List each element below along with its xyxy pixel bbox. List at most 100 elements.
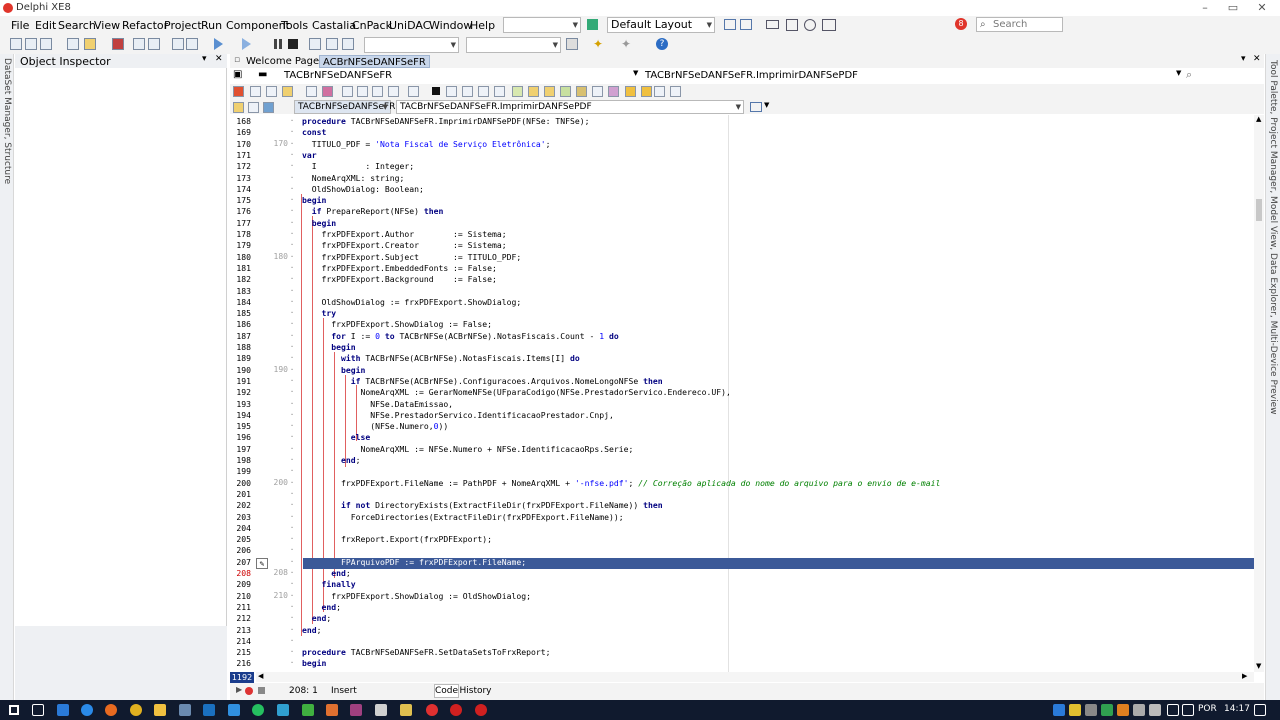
view-icon[interactable] xyxy=(592,86,603,97)
new-items-icon[interactable] xyxy=(67,38,79,50)
code-line[interactable]: end; xyxy=(302,613,332,624)
module-icon[interactable] xyxy=(608,86,619,97)
scroll-down-arrow[interactable]: ▼ xyxy=(1256,662,1261,670)
stop-square-icon[interactable] xyxy=(432,87,440,95)
code-line[interactable]: FPArquivoPDF := frxPDFExport.FileName; xyxy=(302,557,526,568)
tray-icon-6[interactable] xyxy=(1133,704,1145,716)
mail-icon[interactable] xyxy=(766,20,779,29)
tray-skype-icon[interactable] xyxy=(1053,704,1065,716)
nav-unit-label[interactable]: TACBrNFSeDANFSeFR xyxy=(284,70,392,81)
code-line[interactable]: if PrepareReport(NFSe) then xyxy=(302,206,444,217)
tab-code[interactable]: Code xyxy=(434,684,459,698)
nav-search-icon[interactable]: ⌕ xyxy=(1186,68,1192,82)
menu-tools[interactable]: Tools xyxy=(281,19,308,32)
code-line[interactable]: end; xyxy=(302,455,361,466)
tray-icon-4[interactable] xyxy=(1101,704,1113,716)
tab-list-icon[interactable]: ▾ xyxy=(1241,54,1246,64)
code-line[interactable]: begin xyxy=(302,218,336,229)
run-without-debug-icon[interactable] xyxy=(242,38,251,50)
class-combo[interactable]: TACBrNFSeDANFSeFR ▼ xyxy=(294,100,395,114)
forward-arrow-icon[interactable]: ✦ xyxy=(621,38,633,50)
code-line[interactable]: NFSe.DataEmissao, xyxy=(302,399,453,410)
template-icon[interactable] xyxy=(266,86,277,97)
code-line[interactable]: if not DirectoryExists(ExtractFileDir(fr… xyxy=(302,500,663,511)
pause-icon[interactable] xyxy=(274,39,277,49)
scroll-left-arrow[interactable]: ◀ xyxy=(258,672,263,680)
file-explorer-icon[interactable] xyxy=(154,704,166,716)
open-project-icon[interactable] xyxy=(84,38,96,50)
code-line[interactable]: NomeArqXML := NFSe.Numero + NFSe.Identif… xyxy=(302,444,633,455)
vertical-scrollbar[interactable]: ▲ ▼ xyxy=(1254,115,1264,672)
help-circle-icon[interactable] xyxy=(804,19,816,31)
menu-refactor[interactable]: Refactor xyxy=(122,19,168,32)
class-icon[interactable]: ▬ xyxy=(258,69,267,80)
code-editor[interactable]: 168 · 169 · 170 170 · 171 · 172 · 173 · 174 · 175 · 176 · 1… xyxy=(230,115,1254,672)
code-line[interactable]: const xyxy=(302,127,326,138)
snippet-icon[interactable] xyxy=(576,86,587,97)
step-over-icon[interactable] xyxy=(309,38,321,50)
project-icon[interactable] xyxy=(322,86,333,97)
format-icon[interactable] xyxy=(494,86,505,97)
nav-method-dropdown[interactable]: ▼ xyxy=(1176,69,1181,77)
menu-run[interactable]: Run xyxy=(201,19,222,32)
nav-method-label[interactable]: TACBrNFSeDANFSeFR.ImprimirDANFSePDF xyxy=(645,70,858,81)
tray-icon-5[interactable] xyxy=(1117,704,1129,716)
code-line[interactable]: begin xyxy=(302,342,355,353)
windows-start-icon[interactable] xyxy=(9,705,19,715)
calendar-icon[interactable] xyxy=(786,19,798,31)
edit-icon[interactable] xyxy=(528,86,539,97)
code-line[interactable]: with TACBrNFSe(ACBrNFSe).NotasFiscais.It… xyxy=(302,353,580,364)
new-icon[interactable] xyxy=(10,38,22,50)
menu-search[interactable]: Search xyxy=(58,19,96,32)
editor-gutter[interactable]: 168 · 169 · 170 170 · 171 · 172 · 173 · 174 · 175 · 176 · 1… xyxy=(230,115,300,672)
code-line[interactable]: TITULO_PDF = 'Nota Fiscal de Serviço Ele… xyxy=(302,139,551,150)
code-line[interactable]: OldShowDialog := frxPDFExport.ShowDialog… xyxy=(302,297,521,308)
code-line[interactable]: frxPDFExport.Creator := Sistema; xyxy=(302,240,506,251)
proc-use-unit-icon[interactable] xyxy=(263,102,274,113)
code-line[interactable]: NomeArqXML := GerarNomeNFSe(UFparaCodigo… xyxy=(302,387,730,398)
language-indicator[interactable]: POR xyxy=(1198,704,1217,714)
bookmark-icon[interactable] xyxy=(250,86,261,97)
app5-icon[interactable] xyxy=(375,704,387,716)
trace-into-icon[interactable] xyxy=(326,38,338,50)
ide-search-box[interactable]: ⌕ Search xyxy=(976,17,1063,32)
app3-icon[interactable] xyxy=(326,704,338,716)
code-line[interactable]: frxPDFExport.Background := False; xyxy=(302,274,496,285)
menu-view[interactable]: View xyxy=(94,19,120,32)
outlook-icon[interactable] xyxy=(203,704,215,716)
stop-macro-icon[interactable] xyxy=(258,687,265,694)
extract-icon[interactable] xyxy=(560,86,571,97)
save-file-icon[interactable] xyxy=(306,86,317,97)
stop-icon[interactable] xyxy=(288,39,298,49)
pin-icon[interactable]: ▾ xyxy=(202,54,207,64)
castalia-icon[interactable] xyxy=(233,86,244,97)
code-line[interactable]: finally xyxy=(302,579,356,590)
code-line[interactable]: I : Integer; xyxy=(302,161,414,172)
layout-combo[interactable]: Default Layout ▼ xyxy=(607,17,715,33)
sync-icon[interactable] xyxy=(750,102,762,112)
tab-acbrnfsedanfsefr[interactable]: ACBrNFSeDANFSeFR xyxy=(319,55,430,68)
save-icon[interactable] xyxy=(112,38,124,50)
config-combo[interactable]: ▼ xyxy=(466,37,561,53)
rx-icon[interactable] xyxy=(450,704,462,716)
deploy-icon[interactable] xyxy=(566,38,578,50)
structure-icon[interactable] xyxy=(342,86,353,97)
panel-close-icon[interactable]: ✕ xyxy=(215,54,223,64)
info-icon[interactable] xyxy=(670,86,681,97)
desktop-combo[interactable]: ▼ xyxy=(503,17,581,33)
code-line[interactable]: frxPDFExport.Subject := TITULO_PDF; xyxy=(302,252,521,263)
chrome-icon[interactable] xyxy=(130,704,142,716)
help-box-icon[interactable] xyxy=(654,86,665,97)
tab-close-icon[interactable]: ✕ xyxy=(1253,54,1261,64)
tool-icon[interactable] xyxy=(179,704,191,716)
tab-welcome-page[interactable]: Welcome Page xyxy=(243,55,322,68)
maximize-button[interactable]: ▭ xyxy=(1219,0,1247,16)
note-icon[interactable] xyxy=(625,86,636,97)
app2-icon[interactable] xyxy=(277,704,289,716)
folder-icon[interactable] xyxy=(282,86,293,97)
code-line[interactable]: NFSe.PrestadorServico.IdentificacaoPrest… xyxy=(302,410,614,421)
code-line[interactable]: frxPDFExport.FileName := PathPDF + NomeA… xyxy=(302,478,940,489)
nav-unit-dropdown[interactable]: ▼ xyxy=(633,69,638,77)
align-icon[interactable] xyxy=(478,86,489,97)
scroll-up-arrow[interactable]: ▲ xyxy=(1256,115,1261,123)
